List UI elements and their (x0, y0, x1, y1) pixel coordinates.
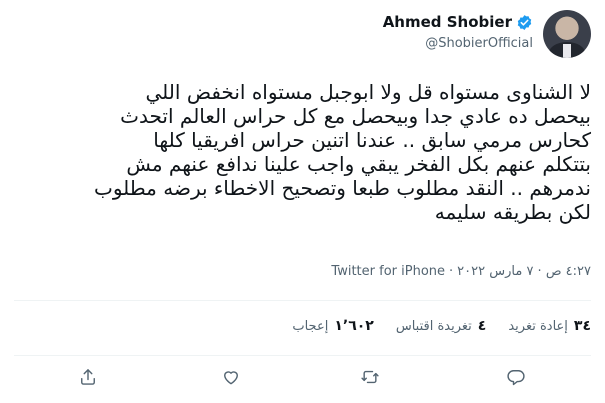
retweet-button[interactable] (355, 362, 385, 392)
retweets-stat[interactable]: ٣٤ إعادة تغريد (508, 318, 591, 334)
meta-separator: · (449, 264, 454, 279)
tweet-card: Ahmed Shobier @ShobierOfficial لا الشناو… (0, 0, 605, 403)
share-button[interactable] (73, 362, 103, 392)
tweet-line: لا الشناوى مستواه قل ولا ابوجبل مستواه ا… (145, 80, 591, 104)
likes-label: إعجاب (292, 319, 329, 334)
share-icon (81, 369, 95, 385)
author-handle[interactable]: @ShobierOfficial (425, 36, 533, 51)
likes-count: ١٬٦٠٢ (334, 318, 374, 334)
tweet-line: ندمرهم .. النقد مطلوب طبعا وتصحيح الاخطا… (93, 176, 591, 200)
tweet-line: كحارس مرمي سابق .. عندنا اتنين حراس افري… (153, 128, 591, 152)
author-name-row[interactable]: Ahmed Shobier (383, 13, 533, 31)
tweet-line: بيحصل ده عادي جدا وبيحصل مع كل حراس العا… (120, 104, 591, 128)
avatar-shirt (563, 44, 571, 58)
tweet-line: لكن بطريقه سليمه (434, 200, 591, 224)
quotes-count: ٤ (477, 318, 487, 334)
avatar[interactable] (543, 10, 591, 58)
tweet-line: بتتكلم عنهم بكل الفخر يبقي واجب علينا ند… (126, 152, 591, 176)
reply-button[interactable] (501, 362, 531, 392)
tweet-stats: ٣٤ إعادة تغريد ٤ تغريدة اقتباس ١٬٦٠٢ إعج… (292, 318, 591, 334)
divider (14, 355, 591, 356)
likes-stat[interactable]: ١٬٦٠٢ إعجاب (292, 318, 373, 334)
tweet-text: لا الشناوى مستواه قل ولا ابوجبل مستواه ا… (16, 80, 591, 224)
tweet-source-link[interactable]: Twitter for iPhone (331, 264, 445, 279)
tweet-meta: ٤:٢٧ ص · ٧ مارس ٢٠٢٢ · Twitter for iPhon… (331, 264, 591, 279)
divider (14, 300, 591, 301)
reply-icon (507, 370, 525, 386)
author-name[interactable]: Ahmed Shobier (383, 13, 512, 31)
retweet-icon (361, 370, 379, 384)
retweets-count: ٣٤ (573, 318, 591, 334)
tweet-timestamp[interactable]: ٤:٢٧ ص · ٧ مارس ٢٠٢٢ (457, 264, 591, 279)
like-button[interactable] (216, 362, 246, 392)
retweets-label: إعادة تغريد (508, 319, 568, 334)
tweet-actions (0, 362, 605, 392)
quotes-stat[interactable]: ٤ تغريدة اقتباس (396, 318, 487, 334)
like-icon (224, 371, 238, 385)
quotes-label: تغريدة اقتباس (395, 319, 472, 334)
verified-badge-icon (516, 14, 533, 31)
